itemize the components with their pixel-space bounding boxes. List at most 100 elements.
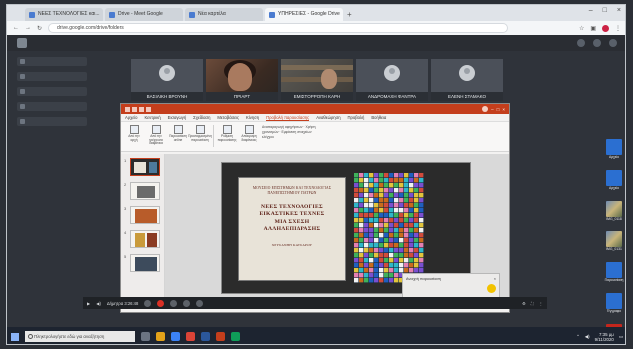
rail-item[interactable] (17, 87, 87, 96)
slideshow-icon (129, 125, 139, 134)
clock[interactable]: 7:35 μμ 9/11/2020 (595, 332, 614, 342)
powerpoint-icon[interactable] (216, 332, 225, 341)
reload-icon[interactable]: ↻ (37, 25, 42, 32)
present-online-button[interactable]: Παρουσίαση online (169, 125, 187, 147)
maximize-icon[interactable]: □ (497, 107, 500, 112)
participant-tile-video[interactable]: ΕΜΙΣΤΟΡΡΟΠΗ ΚΑΡΗ (281, 59, 353, 101)
browser-actions: ☆ ▣ ⋮ (579, 24, 621, 32)
tab-review[interactable]: Αναθεώρηση (316, 115, 340, 120)
browser-tab[interactable]: Νέα καρτέλα (185, 8, 263, 21)
star-icon[interactable]: ☆ (579, 25, 584, 32)
rail-item[interactable] (17, 117, 87, 126)
from-beginning-button[interactable]: Από την αρχή (125, 125, 143, 147)
browser-tab-active[interactable]: ΥΠΗΡΕΣΙΕΣ - Google Drive (265, 8, 343, 21)
present-button[interactable] (196, 299, 204, 307)
url-field[interactable]: drive.google.com/drive/folders (48, 23, 509, 33)
tab-insert[interactable]: Εισαγωγή (168, 115, 187, 120)
menu-icon[interactable]: ⋮ (615, 25, 621, 32)
back-icon[interactable]: ← (13, 25, 19, 31)
windows-start-icon[interactable] (11, 332, 19, 341)
tab-file[interactable]: Αρχείο (125, 115, 138, 120)
help-icon[interactable] (577, 39, 585, 47)
slide-thumbnail[interactable]: 5 (124, 254, 161, 272)
play-icon[interactable]: ▶ (87, 301, 90, 306)
browser-tab[interactable]: ΝΕΕΣ ΤΕΧΝΟΛΟΓΙΕΣ και... (25, 8, 103, 21)
mic-button[interactable] (144, 299, 152, 307)
tab-design[interactable]: Σχεδίαση (193, 115, 210, 120)
extensions-icon[interactable]: ▣ (590, 25, 596, 32)
close-icon[interactable]: × (494, 277, 496, 281)
tab-slideshow[interactable]: Προβολή παρουσίασης (266, 115, 310, 121)
slide-thumbnail[interactable]: 2 (124, 182, 161, 200)
word-icon[interactable] (201, 332, 210, 341)
tab-view[interactable]: Προβολή (348, 115, 365, 120)
tab-help[interactable]: Βοήθεια (371, 115, 386, 120)
notifications-icon[interactable]: ▭ (619, 334, 623, 340)
fullscreen-icon[interactable]: ⛶ (531, 301, 534, 306)
volume-icon[interactable]: ◀) (585, 334, 590, 340)
slide-thumbnail[interactable]: 1 (124, 158, 161, 176)
browser-tab[interactable]: Drive - Meet Google (105, 8, 183, 21)
setup-show-button[interactable]: Ρύθμιση παρουσίασης (217, 125, 237, 147)
participant-name: ΒΑΣΙΛΙΚΗ ΒΡΟΥΝΗ (131, 92, 203, 101)
meet-logo-icon (17, 38, 27, 48)
save-icon[interactable] (125, 106, 130, 112)
minimize-icon[interactable]: – (589, 7, 593, 14)
participant-strip: ΒΑΣΙΛΙΚΗ ΒΡΟΥΝΗ ΠΡΙΑΡΤ ΕΜΙΣΤΟΡΡΟΠΗ ΚΑΡΗ … (131, 59, 503, 101)
rail-item[interactable] (17, 57, 87, 66)
edge-icon[interactable] (171, 332, 180, 341)
participant-tile[interactable]: ΒΑΣΙΛΙΚΗ ΒΡΟΥΝΗ (131, 59, 203, 101)
close-icon[interactable]: × (502, 107, 505, 112)
forward-icon[interactable]: → (25, 25, 31, 31)
redo-icon[interactable] (139, 106, 144, 112)
present-icon[interactable] (146, 106, 151, 112)
rail-item[interactable] (17, 72, 87, 81)
desktop-file-icon[interactable]: Έγγραφο (601, 292, 625, 314)
volume-icon[interactable]: ◀) (96, 301, 101, 306)
profile-avatar[interactable] (602, 24, 609, 32)
taskbar-search[interactable]: Πληκτρολογήστε εδώ για αναζήτηση (25, 331, 135, 342)
participant-tile[interactable]: ΑΝΔΡΟΜΑΧΗ ΦΑΝΤΡΑ (356, 59, 428, 101)
desktop-file-icon[interactable]: IMG_0118 (601, 200, 625, 222)
captions-button[interactable] (183, 299, 191, 307)
tab-label: ΝΕΕΣ ΤΕΧΝΟΛΟΓΙΕΣ και... (38, 11, 100, 17)
desktop-file-icon[interactable]: IMG_0131 (601, 231, 625, 252)
ribbon-options[interactable]: Αναπαραγωγή αφηγήσεων · Χρήση χρονισμών … (262, 125, 320, 148)
settings-icon[interactable]: ⚙ (522, 301, 526, 306)
slide-thumbnail[interactable]: 4 (124, 230, 161, 248)
custom-show-button[interactable]: Προσαρμοσμένη παρουσίαση (188, 125, 212, 147)
settings-icon[interactable] (593, 39, 601, 47)
tab-home[interactable]: Κεντρική (145, 115, 161, 120)
desktop-file-icon[interactable]: Παρουσίαση (601, 262, 625, 283)
favicon-icon (109, 11, 115, 18)
participant-name: ΠΡΙΑΡΤ (206, 92, 278, 101)
participant-tile-video[interactable]: ΠΡΙΑΡΤ (206, 59, 278, 101)
meet-icon[interactable] (231, 332, 240, 341)
tab-transitions[interactable]: Μεταβάσεις (217, 115, 239, 120)
undo-icon[interactable] (132, 106, 137, 112)
apps-icon[interactable] (609, 39, 617, 47)
participant-tile[interactable]: ΕΛΕΝΗ ΣΤΑΜΑΚΟ (431, 59, 503, 101)
new-tab-button[interactable]: + (347, 8, 352, 21)
rail-item[interactable] (17, 102, 87, 111)
chrome-icon[interactable] (186, 332, 195, 341)
network-icon[interactable]: ⌃ (576, 334, 580, 340)
notification-badge-icon (487, 284, 496, 293)
close-icon[interactable]: × (617, 7, 621, 14)
maximize-icon[interactable]: □ (603, 7, 607, 14)
file-explorer-icon[interactable] (156, 332, 165, 341)
tab-animations[interactable]: Κίνηση (246, 115, 259, 120)
from-current-button[interactable]: Από την τρέχουσα διαφάνεια (147, 125, 165, 147)
setup-icon (222, 125, 232, 134)
more-options-icon[interactable]: ⋮ (539, 301, 543, 306)
minimize-icon[interactable]: – (491, 107, 494, 112)
leave-call-button[interactable] (157, 299, 165, 307)
meet-area: ΒΑΣΙΛΙΚΗ ΒΡΟΥΝΗ ΠΡΙΑΡΤ ΕΜΙΣΤΟΡΡΟΠΗ ΚΑΡΗ … (7, 35, 625, 344)
camera-button[interactable] (170, 299, 178, 307)
slide-thumbnail[interactable]: 3 (124, 206, 161, 224)
desktop-file-icon[interactable]: Αρχείο (601, 169, 625, 191)
hide-slide-button[interactable]: Απόκρυψη διαφάνειας (240, 125, 258, 147)
task-view-icon[interactable] (141, 332, 150, 341)
desktop-file-icon[interactable]: Αρχείο (601, 139, 625, 160)
user-avatar[interactable] (482, 106, 489, 112)
